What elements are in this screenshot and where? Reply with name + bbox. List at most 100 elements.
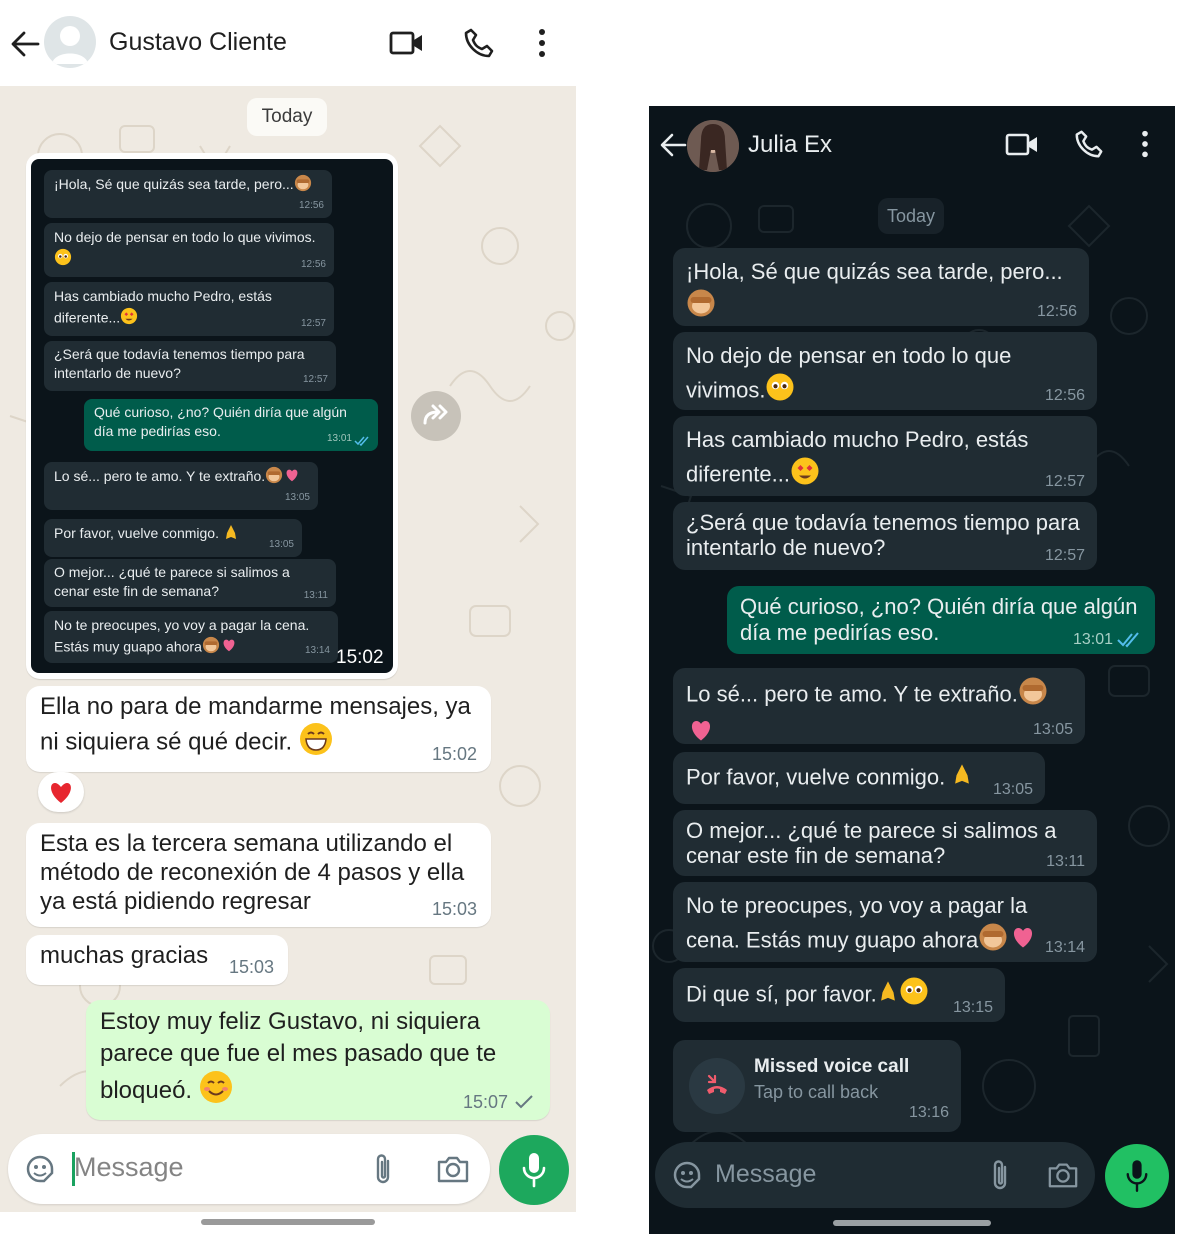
- message-bubble[interactable]: ¡Hola, Sé que quizás sea tarde, pero... …: [673, 248, 1089, 326]
- message-time: 12:57: [1044, 547, 1085, 564]
- message-input[interactable]: Message: [8, 1134, 490, 1204]
- message-text: No te preocupes, yo voy a pagar la cena.…: [686, 893, 1028, 953]
- message-time: 15:03: [228, 957, 274, 977]
- message-text: Estoy muy feliz Gustavo, ni siquiera par…: [100, 1008, 497, 1104]
- mini-message: Lo sé... pero te amo. Y te extraño. 13:0…: [44, 462, 318, 510]
- see-no-evil-monkey-icon: [265, 466, 283, 489]
- back-arrow-icon[interactable]: [10, 30, 40, 58]
- sticker-icon[interactable]: [671, 1159, 703, 1191]
- folded-hands-icon: [951, 760, 973, 797]
- mini-message: No dejo de pensar en todo lo que vivimos…: [44, 223, 334, 277]
- chat-header: Gustavo Cliente: [0, 0, 576, 86]
- message-bubble[interactable]: ¿Será que todavía tenemos tiempo para in…: [673, 502, 1097, 570]
- missed-call-title: Missed voice call: [754, 1056, 910, 1077]
- message-time: 12:56: [1036, 303, 1077, 320]
- reaction-badge[interactable]: [38, 772, 84, 812]
- missed-call-icon: [689, 1058, 745, 1114]
- mini-message: ¡Hola, Sé que quizás sea tarde, pero... …: [44, 170, 332, 218]
- message-bubble-outgoing[interactable]: Qué curioso, ¿no? Quién diría que algún …: [727, 586, 1155, 654]
- missed-call-card[interactable]: Missed voice call Tap to call back 13:16: [673, 1040, 961, 1132]
- attach-icon[interactable]: [372, 1152, 394, 1186]
- message-bubble-outgoing[interactable]: Estoy muy feliz Gustavo, ni siquiera par…: [86, 1000, 550, 1120]
- home-indicator[interactable]: [833, 1220, 991, 1226]
- smiling-face-icon: [199, 1070, 233, 1113]
- message-text: Has cambiado mucho Pedro, estás diferent…: [686, 427, 1029, 487]
- contact-name[interactable]: Julia Ex: [748, 131, 832, 159]
- message-time: 13:15: [952, 999, 993, 1016]
- back-arrow-icon[interactable]: [659, 132, 687, 158]
- video-call-icon[interactable]: [1005, 130, 1039, 160]
- message-text: Esta es la tercera semana utilizando el …: [40, 830, 465, 915]
- voice-record-button[interactable]: [1105, 1144, 1169, 1208]
- message-time: 13:05: [1032, 721, 1073, 738]
- message-text: ¿Será que todavía tenemos tiempo para in…: [686, 510, 1080, 560]
- microphone-icon: [522, 1153, 546, 1188]
- read-ticks-icon: [354, 436, 369, 446]
- heart-sparkle-icon: [283, 466, 301, 489]
- message-text: Por favor, vuelve conmigo.: [686, 764, 946, 790]
- message-bubble[interactable]: Esta es la tercera semana utilizando el …: [26, 823, 491, 927]
- grinning-face-icon: [299, 722, 333, 764]
- mini-message: Has cambiado mucho Pedro, estás diferent…: [44, 282, 334, 336]
- mini-message: Por favor, vuelve conmigo. 13:05: [44, 519, 302, 557]
- see-no-evil-monkey-icon: [294, 174, 312, 197]
- more-options-icon[interactable]: [1137, 128, 1153, 160]
- forward-button[interactable]: [411, 391, 461, 441]
- message-input[interactable]: Message: [655, 1142, 1095, 1208]
- video-call-icon[interactable]: [389, 28, 425, 58]
- message-text: Di que sí, por favor.: [686, 981, 877, 1007]
- sticker-icon[interactable]: [24, 1153, 56, 1185]
- phone-icon[interactable]: [462, 26, 496, 60]
- message-bubble[interactable]: Has cambiado mucho Pedro, estás diferent…: [673, 416, 1097, 496]
- phone-icon[interactable]: [1073, 128, 1105, 160]
- avatar[interactable]: [44, 16, 96, 68]
- right-chat-screen: Julia Ex Today ¡Hola, Sé que quizás sea …: [649, 106, 1175, 1234]
- camera-icon[interactable]: [1047, 1160, 1079, 1190]
- microphone-icon: [1126, 1160, 1148, 1192]
- message-bubble[interactable]: No dejo de pensar en todo lo que vivimos…: [673, 332, 1097, 410]
- attach-icon[interactable]: [989, 1158, 1011, 1192]
- message-bubble[interactable]: No te preocupes, yo voy a pagar la cena.…: [673, 882, 1097, 962]
- date-divider: Today: [247, 98, 327, 136]
- camera-icon[interactable]: [436, 1154, 470, 1184]
- read-ticks-icon: [1117, 632, 1139, 648]
- contact-name[interactable]: Gustavo Cliente: [109, 28, 287, 57]
- message-bubble[interactable]: Di que sí, por favor. 13:15: [673, 968, 1005, 1022]
- message-time: 12:57: [1044, 473, 1085, 490]
- heart-sparkle-icon: [686, 715, 716, 754]
- avatar[interactable]: [687, 120, 739, 172]
- date-divider: Today: [878, 198, 944, 234]
- profile-photo-icon: [687, 120, 739, 172]
- message-bubble[interactable]: Por favor, vuelve conmigo. 13:05: [673, 752, 1045, 804]
- left-chat-screen: Gustavo Cliente Today ¡Hola, Sé que quiz…: [0, 0, 576, 1234]
- message-bubble[interactable]: Lo sé... pero te amo. Y te extraño. 13:0…: [673, 668, 1085, 744]
- folded-hands-icon: [877, 977, 899, 1014]
- heart-eyes-icon: [790, 456, 820, 495]
- message-time: 15:02: [431, 744, 477, 764]
- voice-record-button[interactable]: [499, 1135, 569, 1205]
- default-avatar-icon: [52, 26, 88, 64]
- mini-message-outgoing: Qué curioso, ¿no? Quién diría que algún …: [84, 399, 378, 451]
- heart-eyes-icon: [120, 307, 138, 331]
- home-indicator[interactable]: [201, 1219, 375, 1225]
- message-bubble[interactable]: O mejor... ¿qué te parece si salimos a c…: [673, 810, 1097, 876]
- message-time: 13:11: [1046, 853, 1085, 870]
- message-placeholder: Message: [715, 1160, 817, 1188]
- heart-sparkle-icon: [220, 636, 238, 660]
- missed-call-subtitle: Tap to call back: [754, 1082, 879, 1102]
- text-caret: [72, 1152, 75, 1186]
- heart-sparkle-icon: [1008, 922, 1038, 961]
- see-no-evil-monkey-icon: [202, 636, 220, 660]
- message-text: muchas gracias: [40, 942, 209, 969]
- chat-header: Julia Ex: [649, 106, 1175, 186]
- message-bubble[interactable]: muchas gracias 15:03: [26, 935, 288, 985]
- mini-message: O mejor... ¿qué te parece si salimos a c…: [44, 559, 336, 607]
- message-time: 13:14: [1044, 939, 1085, 956]
- message-placeholder: Message: [74, 1152, 184, 1182]
- more-options-icon[interactable]: [534, 26, 550, 60]
- screenshot-image[interactable]: ¡Hola, Sé que quizás sea tarde, pero... …: [31, 159, 393, 673]
- folded-hands-icon: [223, 523, 239, 546]
- heart-icon: [51, 783, 71, 803]
- message-bubble[interactable]: Ella no para de mandarme mensajes, ya ni…: [26, 686, 491, 772]
- see-no-evil-monkey-icon: [1018, 676, 1048, 715]
